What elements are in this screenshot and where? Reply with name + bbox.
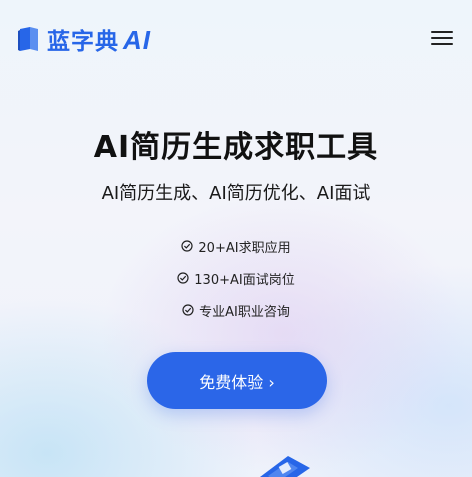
page-title: AI简历生成求职工具 xyxy=(93,130,379,165)
logo-ai-text: AI xyxy=(123,25,151,55)
book-logo-icon xyxy=(17,26,41,52)
check-circle-icon xyxy=(182,304,194,316)
check-circle-icon xyxy=(177,272,189,284)
check-circle-icon xyxy=(181,240,194,252)
feature-label: 130+AI面试岗位 xyxy=(194,272,295,288)
page-subtitle: AI简历生成、AI简历优化、AI面试 xyxy=(101,183,371,204)
logo-text: 蓝字典 xyxy=(47,29,119,55)
feature-item: 20+AI求职应用 xyxy=(0,230,472,262)
header: 蓝字典 AI xyxy=(0,0,472,78)
free-trial-button[interactable]: 免费体验 › xyxy=(147,352,327,409)
feature-label: 专业AI职业咨询 xyxy=(199,304,290,320)
feature-list: 20+AI求职应用 130+AI面试岗位 专业AI职业咨询 xyxy=(0,230,472,326)
brand-logo[interactable]: 蓝字典 AI xyxy=(17,24,151,55)
book-illustration xyxy=(248,450,318,477)
feature-item: 130+AI面试岗位 xyxy=(0,262,472,294)
hamburger-menu-icon[interactable] xyxy=(431,31,453,49)
feature-item: 专业AI职业咨询 xyxy=(0,294,472,326)
feature-label: 20+AI求职应用 xyxy=(198,240,291,256)
